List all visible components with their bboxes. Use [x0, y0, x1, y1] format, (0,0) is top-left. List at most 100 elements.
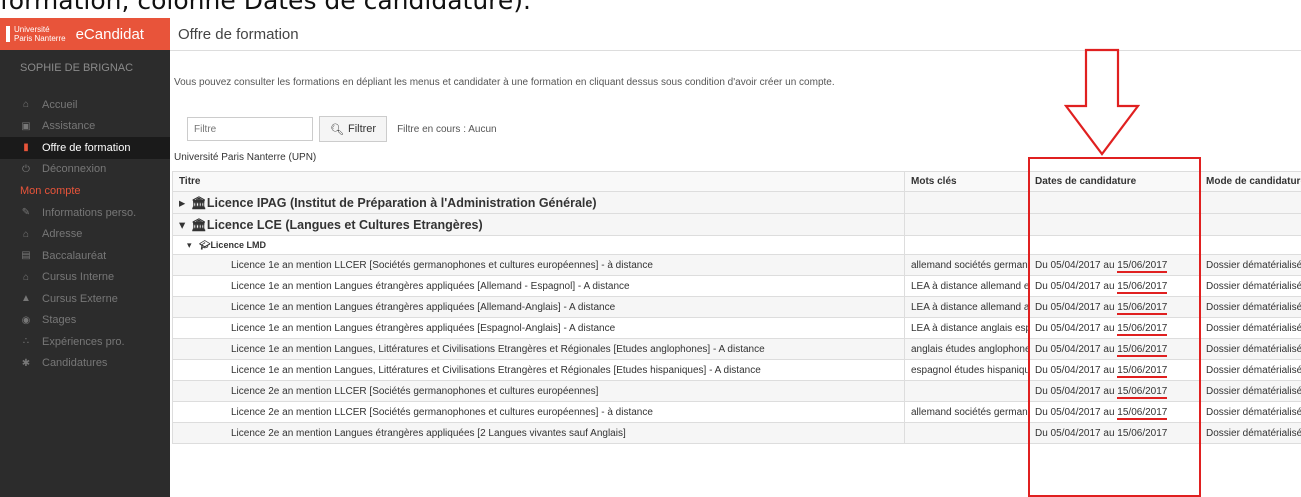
caret-down-icon[interactable]: ▾ — [179, 217, 191, 232]
formation-title[interactable]: Licence 2e an mention LLCER [Sociétés ge… — [172, 380, 905, 402]
dates-end: 15/06/2017 — [1117, 259, 1168, 273]
account-section-label: Mon compte — [20, 185, 81, 197]
group-row-lce[interactable]: ▾ 🏛︎Licence LCE (Langues et Cultures Etra… — [172, 213, 1301, 236]
col-header-titre[interactable]: Titre — [172, 171, 905, 192]
page-title: Offre de formation — [170, 18, 1301, 51]
formation-mode: Dossier dématérialisé — [1199, 422, 1301, 444]
dates-start: Du 05/04/2017 au — [1035, 406, 1115, 418]
formation-keywords: allemand sociétés germanophones — [904, 401, 1029, 423]
nav-item-deconnexion[interactable]: ⏻ Déconnexion — [0, 159, 170, 181]
formation-title[interactable]: Licence 1e an mention Langues étrangères… — [172, 317, 905, 339]
caret-right-icon[interactable]: ▸ — [179, 195, 191, 210]
formation-title[interactable]: Licence 1e an mention Langues, Littératu… — [172, 338, 905, 360]
bank-icon: 🏛︎ — [191, 217, 207, 232]
nav-item-candidatures[interactable]: ✱ Candidatures — [0, 353, 170, 375]
formation-keywords: espagnol études hispaniques — [904, 359, 1029, 381]
nav-item-stages[interactable]: ◉ Stages — [0, 310, 170, 332]
formation-dates: Du 05/04/2017 au 15/06/2017 — [1028, 380, 1200, 402]
table-row[interactable]: Licence 1e an mention Langues étrangères… — [172, 317, 1301, 339]
bookmark-icon: ▮ — [23, 142, 29, 154]
nav-label: Déconnexion — [42, 163, 107, 176]
formation-dates: Du 05/04/2017 au 15/06/2017 — [1028, 401, 1200, 423]
group-row-ipag[interactable]: ▸ 🏛︎Licence IPAG (Institut de Préparation… — [172, 191, 1301, 214]
intro-text: Vous pouvez consulter les formations en … — [174, 77, 835, 88]
formation-title[interactable]: Licence 1e an mention Langues, Littératu… — [172, 359, 905, 381]
asterisk-icon: ✱ — [21, 357, 31, 369]
formation-mode: Dossier dématérialisé — [1199, 338, 1301, 360]
dates-start: Du 05/04/2017 au — [1035, 343, 1115, 355]
bank-icon: ⌂ — [22, 271, 30, 283]
formation-keywords: LEA à distance allemand anglais — [904, 296, 1029, 318]
group-label: Licence LCE (Langues et Cultures Etrangè… — [206, 217, 483, 232]
nav-label: Cursus Interne — [42, 271, 115, 284]
logo-line2: Paris Nanterre — [14, 34, 66, 43]
graduation-cap-icon: ▲ — [21, 293, 31, 305]
formation-dates: Du 05/04/2017 au 15/06/2017 — [1028, 422, 1200, 444]
nav-item-assistance[interactable]: ▣ Assistance — [0, 116, 170, 138]
nav-item-accueil[interactable]: ⌂ Accueil — [0, 94, 170, 116]
caret-down-icon[interactable]: ▾ — [187, 240, 199, 251]
search-icon: 🔍︎ — [330, 123, 344, 136]
formation-title[interactable]: Licence 1e an mention Langues étrangères… — [172, 296, 905, 318]
formation-title[interactable]: Licence 2e an mention Langues étrangères… — [172, 422, 905, 444]
nav-item-informations[interactable]: ✎ Informations perso. — [0, 202, 170, 224]
table-row[interactable]: Licence 1e an mention Langues, Littératu… — [172, 359, 1301, 381]
formation-title[interactable]: Licence 1e an mention Langues étrangères… — [172, 275, 905, 297]
table-row[interactable]: Licence 1e an mention LLCER [Sociétés ge… — [172, 254, 1301, 276]
formation-keywords — [904, 422, 1029, 444]
formation-title[interactable]: Licence 2e an mention LLCER [Sociétés ge… — [172, 401, 905, 423]
dates-start: Du 05/04/2017 au — [1035, 427, 1115, 439]
nav-label: Accueil — [42, 98, 78, 111]
filter-button[interactable]: 🔍︎ Filtrer — [319, 116, 388, 142]
app-name: eCandidat — [75, 25, 144, 43]
col-header-mots-cles[interactable]: Mots clés — [904, 171, 1029, 192]
filter-status: Filtre en cours : Aucun — [397, 123, 497, 135]
dates-start: Du 05/04/2017 au — [1035, 280, 1115, 292]
dates-end: 15/06/2017 — [1117, 406, 1168, 420]
formation-mode: Dossier dématérialisé — [1199, 317, 1301, 339]
down-arrow-icon — [1064, 48, 1140, 156]
nav-item-cursus-interne[interactable]: ⌂ Cursus Interne — [0, 267, 170, 289]
col-header-dates[interactable]: Dates de candidature — [1028, 171, 1200, 192]
nav-item-cursus-externe[interactable]: ▲ Cursus Externe — [0, 288, 170, 310]
sidebar: Université Paris Nanterre eCandidat SOPH… — [0, 18, 170, 497]
table-row[interactable]: Licence 2e an mention LLCER [Sociétés ge… — [172, 380, 1301, 402]
subgroup-label: Licence LMD — [210, 239, 266, 250]
subgroup-row-lmd[interactable]: ▾ 🎓︎Licence LMD — [172, 235, 1301, 255]
table-row[interactable]: Licence 2e an mention Langues étrangères… — [172, 422, 1301, 444]
formation-title[interactable]: Licence 1e an mention LLCER [Sociétés ge… — [172, 254, 905, 276]
power-icon: ⏻ — [22, 163, 30, 175]
stage-icon: ◉ — [21, 314, 31, 326]
col-header-mode[interactable]: Mode de candidature — [1199, 171, 1301, 192]
nav-item-baccalaureat[interactable]: ▤ Baccalauréat — [0, 245, 170, 267]
dates-start: Du 05/04/2017 au — [1035, 364, 1115, 376]
university-logo-icon — [6, 26, 10, 42]
table-row[interactable]: Licence 1e an mention Langues étrangères… — [172, 296, 1301, 318]
formation-keywords: anglais études anglophones — [904, 338, 1029, 360]
filter-input[interactable] — [187, 117, 313, 141]
brand-bar[interactable]: Université Paris Nanterre eCandidat — [0, 18, 170, 50]
formation-dates: Du 05/04/2017 au 15/06/2017 — [1028, 275, 1200, 297]
nav-label: Baccalauréat — [42, 249, 107, 262]
home-icon: ⌂ — [22, 228, 30, 240]
nav-item-experiences[interactable]: ∴ Expériences pro. — [0, 331, 170, 353]
dates-end: 15/06/2017 — [1117, 280, 1168, 294]
nav-item-offre-de-formation[interactable]: ▮ Offre de formation — [0, 137, 170, 159]
main-nav: ⌂ Accueil ▣ Assistance ▮ Offre de formation… — [0, 94, 170, 180]
formation-keywords: allemand sociétés germanophones — [904, 254, 1029, 276]
share-icon: ∴ — [22, 336, 30, 348]
table-row[interactable]: Licence 1e an mention Langues étrangères… — [172, 275, 1301, 297]
caption-text: formation, colonne Dates de candidature)… — [0, 0, 531, 15]
formation-keywords — [904, 380, 1029, 402]
formation-keywords: LEA à distance anglais espagnol — [904, 317, 1029, 339]
nav-item-adresse[interactable]: ⌂ Adresse — [0, 224, 170, 246]
nav-label: Adresse — [42, 228, 83, 241]
formation-mode: Dossier dématérialisé — [1199, 275, 1301, 297]
book-icon: ▤ — [21, 250, 31, 262]
table-row[interactable]: Licence 1e an mention Langues, Littératu… — [172, 338, 1301, 360]
formation-dates: Du 05/04/2017 au 15/06/2017 — [1028, 317, 1200, 339]
table-header-row: Titre Mots clés Dates de candidature Mod… — [172, 171, 1301, 192]
filter-bar: 🔍︎ Filtrer Filtre en cours : Aucun — [187, 116, 497, 142]
table-row[interactable]: Licence 2e an mention LLCER [Sociétés ge… — [172, 401, 1301, 423]
formation-mode: Dossier dématérialisé — [1199, 359, 1301, 381]
